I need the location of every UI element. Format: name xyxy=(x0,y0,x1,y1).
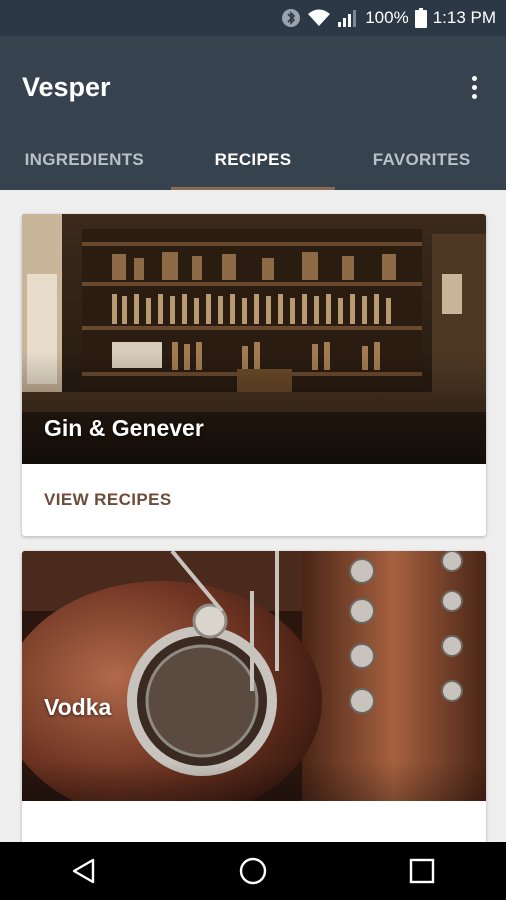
wifi-icon xyxy=(307,8,331,28)
tab-favorites[interactable]: FAVORITES xyxy=(337,130,506,190)
category-card-gin[interactable]: Gin & Genever VIEW RECIPES xyxy=(22,214,486,536)
battery-percent: 100% xyxy=(365,8,409,27)
tab-ingredients[interactable]: INGREDIENTS xyxy=(0,130,169,190)
copper-still-image: Vodka xyxy=(22,551,486,801)
status-icons: 100% 1:13 PM xyxy=(281,0,496,36)
category-card-vodka[interactable]: Vodka xyxy=(22,551,486,842)
card-title: Gin & Genever xyxy=(44,415,204,441)
tab-bar: INGREDIENTS RECIPES FAVORITES xyxy=(0,130,506,190)
overflow-menu-icon[interactable] xyxy=(462,72,486,102)
back-icon[interactable] xyxy=(54,842,114,900)
status-bar: 100% 1:13 PM xyxy=(0,0,506,36)
bluetooth-icon xyxy=(281,8,301,28)
bar-shelves-image: Gin & Genever xyxy=(22,214,486,464)
card-list: Gin & Genever VIEW RECIPES Vodka xyxy=(0,190,506,842)
card-title: Vodka xyxy=(44,694,112,720)
recents-icon[interactable] xyxy=(392,842,452,900)
home-icon[interactable] xyxy=(223,842,283,900)
app-title: Vesper xyxy=(22,72,111,102)
view-recipes-button[interactable]: VIEW RECIPES xyxy=(22,464,486,536)
battery-icon xyxy=(414,8,427,28)
navigation-bar xyxy=(0,842,506,900)
tab-recipes[interactable]: RECIPES xyxy=(169,130,338,190)
clock: 1:13 PM xyxy=(432,8,496,27)
app-bar: Vesper INGREDIENTS RECIPES FAVORITES xyxy=(0,36,506,190)
signal-icon xyxy=(337,8,359,28)
